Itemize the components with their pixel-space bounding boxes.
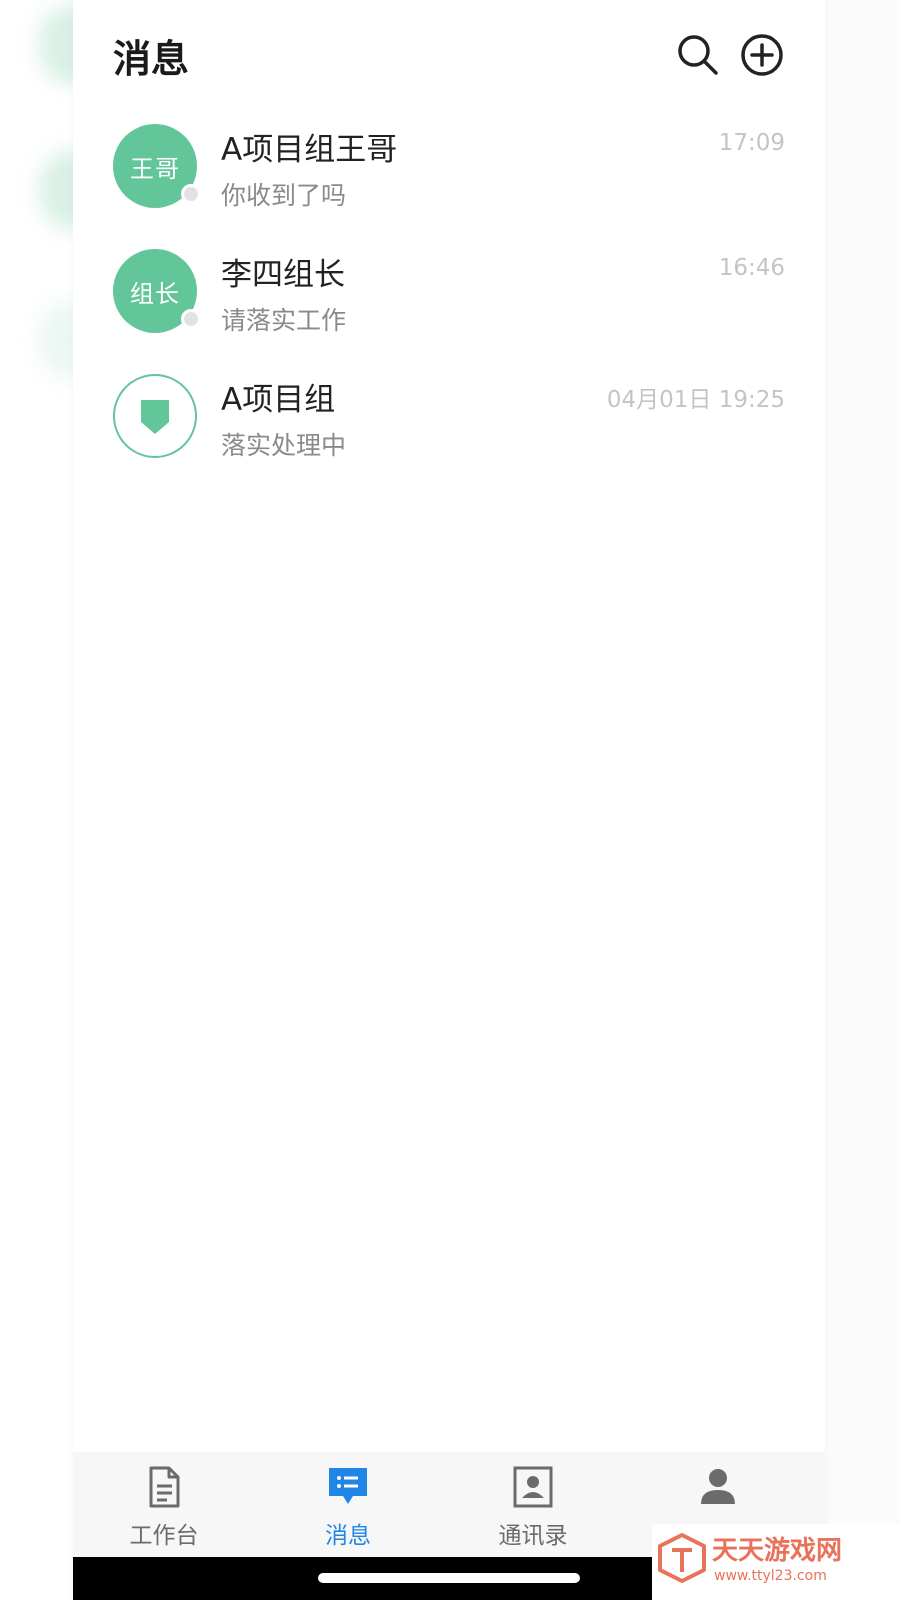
watermark-url: www.ttyl23.com (714, 1568, 827, 1584)
conversation-preview: 请落实工作 (221, 306, 347, 335)
group-shield-icon (141, 400, 169, 434)
tab-workbench[interactable]: 工作台 (89, 1464, 239, 1554)
watermark-logo-icon (658, 1533, 706, 1583)
watermark-name: 天天游戏网 (712, 1536, 843, 1566)
conversation-time: 16:46 (718, 255, 785, 281)
page-title: 消息 (113, 37, 190, 81)
conversation-preview: 你收到了吗 (221, 181, 347, 210)
add-circle-icon[interactable] (739, 32, 785, 78)
conversation-time: 17:09 (718, 130, 785, 156)
conversation-item[interactable]: A项目组 落实处理中 04月01日 19:25 (73, 360, 825, 485)
watermark: 天天游戏网 www.ttyl23.com (652, 1524, 900, 1600)
avatar (113, 374, 197, 458)
screen: 消息 王哥 A项目组王哥 你收到了吗 17:09 组长 李四组长 请落实工作 1… (0, 0, 900, 1600)
conversation-name: A项目组王哥 (221, 132, 398, 168)
background-right-strip (825, 0, 900, 1600)
tab-contacts[interactable]: 通讯录 (458, 1464, 608, 1554)
conversation-item[interactable]: 组长 李四组长 请落实工作 16:46 (73, 235, 825, 360)
tab-label: 消息 (325, 1523, 371, 1549)
conversation-time: 04月01日 19:25 (606, 387, 785, 413)
app-window: 消息 王哥 A项目组王哥 你收到了吗 17:09 组长 李四组长 请落实工作 1… (73, 0, 825, 1600)
avatar-text: 王哥 (130, 154, 180, 183)
document-icon (149, 1466, 180, 1508)
status-dot (181, 184, 201, 204)
avatar: 组长 (113, 249, 201, 333)
conversation-preview: 落实处理中 (221, 431, 347, 460)
tab-label: 通讯录 (498, 1523, 568, 1549)
home-indicator[interactable] (318, 1573, 580, 1583)
tab-label: 工作台 (129, 1523, 199, 1549)
conversation-name: 李四组长 (221, 257, 345, 293)
search-icon[interactable] (675, 32, 721, 78)
header: 消息 (73, 0, 825, 110)
tab-messages[interactable]: 消息 (273, 1464, 423, 1554)
status-dot (181, 309, 201, 329)
conversation-list: 王哥 A项目组王哥 你收到了吗 17:09 组长 李四组长 请落实工作 16:4… (73, 110, 825, 485)
person-icon (701, 1469, 735, 1504)
avatar-text: 组长 (130, 279, 180, 308)
avatar: 王哥 (113, 124, 201, 208)
contacts-icon (513, 1466, 553, 1508)
conversation-item[interactable]: 王哥 A项目组王哥 你收到了吗 17:09 (73, 110, 825, 235)
message-icon (329, 1468, 367, 1504)
conversation-name: A项目组 (221, 382, 336, 418)
